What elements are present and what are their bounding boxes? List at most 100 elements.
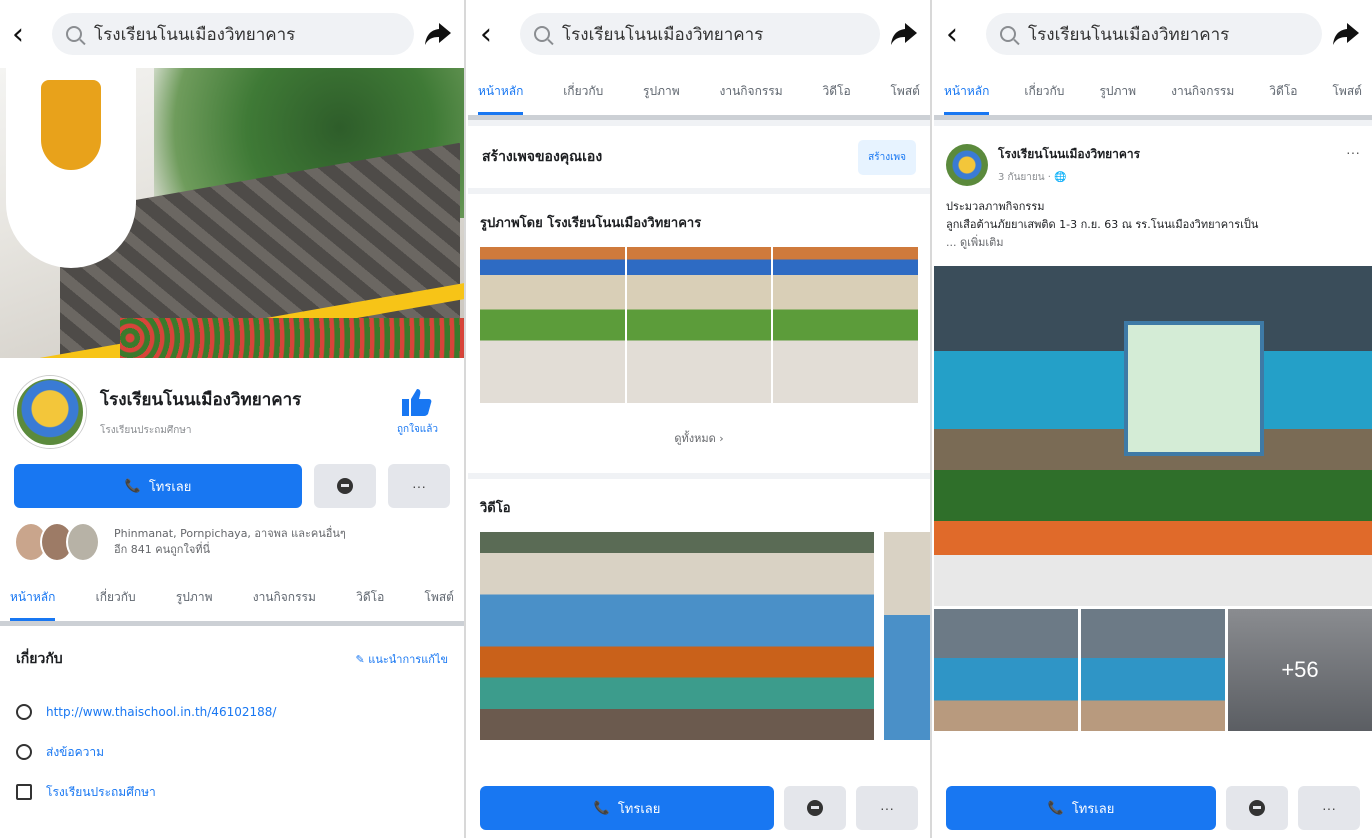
tab-photos[interactable]: รูปภาพ [1099, 68, 1136, 115]
about-title: เกี่ยวกับ [16, 651, 63, 667]
tab-home[interactable]: หน้าหลัก [10, 574, 56, 621]
suggest-edit-link[interactable]: ✎ แนะนำการแก้ไข [356, 650, 448, 668]
panel-page-media: ‹ โรงเรียนโนนเมืองวิทยาคาร หน้าหลัก เกี่… [468, 0, 932, 838]
page-tabs: หน้าหลัก เกี่ยวกับ รูปภาพ งานกิจกรรม วิด… [934, 68, 1372, 120]
post-main-photo[interactable] [934, 266, 1372, 607]
photos-title: รูปภาพโดย โรงเรียนโนนเมืองวิทยาคาร [480, 216, 702, 231]
friends-like-row[interactable]: Phinmanat, Pornpichaya, อาจพล และคนอื่นๆ… [0, 516, 464, 574]
folder-icon [16, 784, 32, 800]
messenger-icon [1249, 800, 1265, 816]
friends-text-1: Phinmanat, Pornpichaya, อาจพล และคนอื่นๆ [114, 526, 346, 540]
tab-videos[interactable]: วิดีโอ [822, 68, 850, 115]
photo-thumbnail[interactable] [773, 247, 919, 403]
messenger-button[interactable] [314, 464, 376, 508]
school-logo [6, 68, 136, 268]
more-button[interactable]: ··· [388, 464, 450, 508]
tab-home[interactable]: หน้าหลัก [478, 68, 524, 115]
tab-videos[interactable]: วิดีโอ [356, 574, 384, 621]
post-date[interactable]: 3 กันยายน · 🌐 [998, 170, 1336, 185]
search-query: โรงเรียนโนนเมืองวิทยาคาร [1028, 24, 1230, 45]
panel-page-post: ‹ โรงเรียนโนนเมืองวิทยาคาร หน้าหลัก เกี่… [934, 0, 1372, 838]
tab-posts[interactable]: โพสต์ [425, 574, 454, 621]
friend-avatars [14, 522, 100, 562]
tab-posts[interactable]: โพสต์ [1332, 68, 1361, 115]
avatar[interactable] [14, 376, 86, 448]
back-arrow-icon[interactable]: ‹ [946, 17, 976, 52]
cover-photo[interactable] [0, 68, 464, 358]
search-icon [534, 26, 550, 42]
create-page-button[interactable]: สร้างเพจ [858, 139, 916, 175]
message-row[interactable]: ส่งข้อความ [16, 732, 448, 772]
search-query: โรงเรียนโนนเมืองวิทยาคาร [562, 24, 764, 45]
page-header: โรงเรียนโนนเมืองวิทยาคาร โรงเรียนประถมศึ… [0, 358, 464, 456]
phone-icon: 📞 [593, 800, 610, 816]
post-photo-grid: +56 [934, 609, 1372, 732]
phone-icon: 📞 [124, 478, 141, 494]
tab-events[interactable]: งานกิจกรรม [1171, 68, 1234, 115]
videos-title: วิดีโอ [480, 501, 511, 516]
back-arrow-icon[interactable]: ‹ [480, 17, 510, 52]
website-row[interactable]: http://www.thaischool.in.th/46102188/ [16, 692, 448, 732]
phone-icon: 📞 [1047, 800, 1064, 816]
call-button[interactable]: 📞 โทรเลย [480, 786, 774, 830]
tab-home[interactable]: หน้าหลัก [944, 68, 990, 115]
page-tabs: หน้าหลัก เกี่ยวกับ รูปภาพ งานกิจกรรม วิด… [468, 68, 930, 120]
see-all-link[interactable]: ดูทั้งหมด › [468, 403, 930, 473]
page-title: โรงเรียนโนนเมืองวิทยาคาร [100, 390, 302, 410]
messenger-button[interactable] [784, 786, 846, 830]
action-row: 📞 โทรเลย ··· [468, 778, 930, 838]
share-icon[interactable] [1332, 20, 1360, 48]
back-arrow-icon[interactable]: ‹ [12, 17, 42, 52]
tab-about[interactable]: เกี่ยวกับ [563, 68, 603, 115]
tab-about[interactable]: เกี่ยวกับ [1024, 68, 1064, 115]
photos-card: รูปภาพโดย โรงเรียนโนนเมืองวิทยาคาร ดูทั้… [468, 194, 930, 473]
tab-photos[interactable]: รูปภาพ [176, 574, 213, 621]
post-author[interactable]: โรงเรียนโนนเมืองวิทยาคาร [998, 145, 1336, 164]
share-icon[interactable] [424, 20, 452, 48]
search-icon [66, 26, 82, 42]
call-button[interactable]: 📞 โทรเลย [946, 786, 1216, 830]
like-button[interactable]: ถูกใจแล้ว [397, 388, 438, 437]
messenger-button[interactable] [1226, 786, 1288, 830]
messenger-icon [337, 478, 353, 494]
video-thumbnail[interactable] [480, 532, 874, 740]
create-page-card: สร้างเพจของคุณเอง สร้างเพจ [468, 126, 930, 188]
action-row: 📞 โทรเลย ··· [0, 456, 464, 516]
avatar[interactable] [946, 144, 988, 186]
share-icon[interactable] [890, 20, 918, 48]
about-section: เกี่ยวกับ ✎ แนะนำการแก้ไข http://www.tha… [0, 626, 464, 812]
post-photo-thumbnail[interactable] [1081, 609, 1225, 732]
post-menu-button[interactable]: ··· [1346, 144, 1360, 160]
see-more-link[interactable]: ... ดูเพิ่มเติม [946, 234, 1360, 252]
photo-thumbnail[interactable] [480, 247, 625, 403]
search-input[interactable]: โรงเรียนโนนเมืองวิทยาคาร [520, 13, 880, 55]
page-category: โรงเรียนประถมศึกษา [100, 425, 192, 436]
like-label: ถูกใจแล้ว [396, 423, 438, 435]
page-tabs: หน้าหลัก เกี่ยวกับ รูปภาพ งานกิจกรรม วิด… [0, 574, 464, 626]
tab-events[interactable]: งานกิจกรรม [719, 68, 782, 115]
more-button[interactable]: ··· [856, 786, 918, 830]
post-text: ประมวลภาพกิจกรรม ลูกเสือต้านภัยยาเสพติด … [946, 198, 1360, 252]
panel-page-home: ‹ โรงเรียนโนนเมืองวิทยาคาร โรงเรียนโนนเม… [0, 0, 466, 838]
search-input[interactable]: โรงเรียนโนนเมืองวิทยาคาร [52, 13, 414, 55]
messenger-icon [807, 800, 823, 816]
call-button[interactable]: 📞 โทรเลย [14, 464, 302, 508]
tab-videos[interactable]: วิดีโอ [1269, 68, 1297, 115]
tab-events[interactable]: งานกิจกรรม [253, 574, 316, 621]
friends-text-2: อีก 841 คนถูกใจที่นี่ [114, 543, 211, 556]
create-page-label: สร้างเพจของคุณเอง [482, 149, 603, 165]
search-input[interactable]: โรงเรียนโนนเมืองวิทยาคาร [986, 13, 1322, 55]
video-thumbnail[interactable] [884, 532, 930, 740]
video-strip [468, 532, 930, 740]
photo-strip [468, 247, 930, 403]
more-button[interactable]: ··· [1298, 786, 1360, 830]
category-row[interactable]: โรงเรียนประถมศึกษา [16, 772, 448, 812]
tab-about[interactable]: เกี่ยวกับ [96, 574, 136, 621]
tab-posts[interactable]: โพสต์ [890, 68, 919, 115]
photo-thumbnail[interactable] [626, 247, 772, 403]
post-photo-thumbnail[interactable] [934, 609, 1078, 732]
tab-photos[interactable]: รูปภาพ [643, 68, 680, 115]
action-row: 📞 โทรเลย ··· [934, 778, 1372, 838]
post-photo-thumbnail[interactable]: +56 [1228, 609, 1372, 732]
more-photos-count: +56 [1281, 657, 1319, 683]
